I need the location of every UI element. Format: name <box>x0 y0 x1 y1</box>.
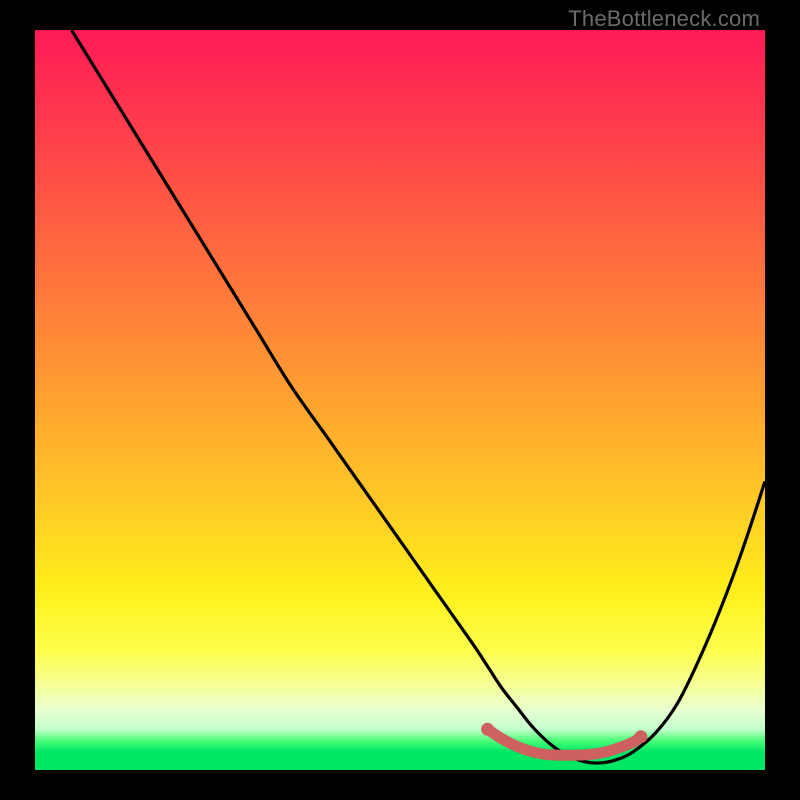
chart-svg <box>35 30 765 770</box>
watermark-text: TheBottleneck.com <box>568 6 760 32</box>
optimal-range-start-dot <box>481 723 494 736</box>
optimal-range-marker <box>488 729 641 755</box>
chart-frame <box>35 30 765 770</box>
bottleneck-curve <box>72 30 766 763</box>
optimal-range-end-dot <box>634 730 647 743</box>
